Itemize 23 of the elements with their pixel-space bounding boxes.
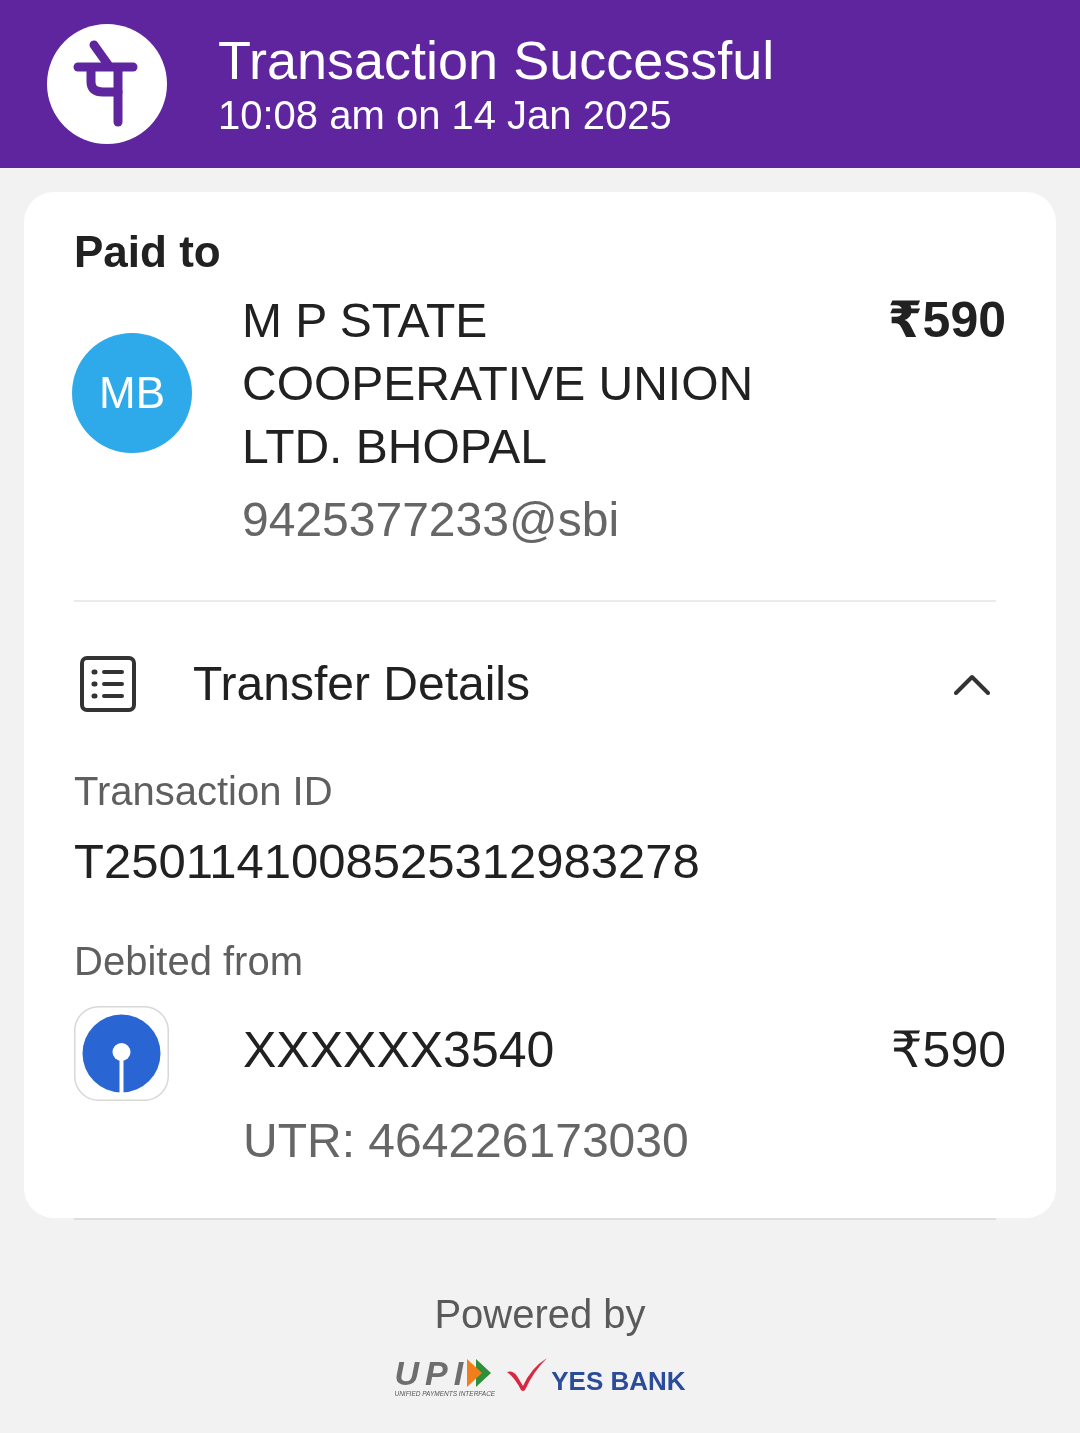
powered-by-text: Powered by bbox=[434, 1291, 646, 1338]
tick-icon bbox=[507, 1358, 548, 1392]
utr-number: UTR: 464226173030 bbox=[243, 1113, 690, 1169]
list-icon bbox=[80, 656, 136, 712]
status-title: Transaction Successful bbox=[218, 29, 775, 90]
transaction-id-label: Transaction ID bbox=[74, 768, 334, 815]
transaction-id: T2501141008525312983278 bbox=[74, 833, 701, 890]
merchant-name: M P STATE COOPERATIVE UNION LTD. BHOPAL bbox=[242, 293, 755, 475]
account-number: XXXXXX3540 bbox=[243, 1021, 555, 1080]
paid-amount: ₹590 bbox=[887, 291, 1006, 350]
tricolor-arrow-icon bbox=[467, 1359, 492, 1387]
debited-amount: ₹590 bbox=[890, 1021, 1006, 1080]
chevron-up-icon[interactable] bbox=[954, 673, 990, 695]
transfer-details-title: Transfer Details bbox=[193, 656, 531, 712]
paid-to-label: Paid to bbox=[74, 226, 222, 278]
merchant-avatar: MB bbox=[72, 333, 192, 453]
transaction-timestamp: 10:08 am on 14 Jan 2025 bbox=[218, 91, 673, 139]
logo-icon bbox=[47, 24, 167, 144]
bank-wordmark: YES BANK bbox=[551, 1366, 686, 1396]
merchant-upi-id: 9425377233@sbi bbox=[242, 492, 621, 548]
debited-from-label: Debited from bbox=[74, 938, 304, 985]
upi-wordmark: UPI bbox=[394, 1358, 470, 1388]
keyhole-logo-icon bbox=[74, 1006, 169, 1101]
